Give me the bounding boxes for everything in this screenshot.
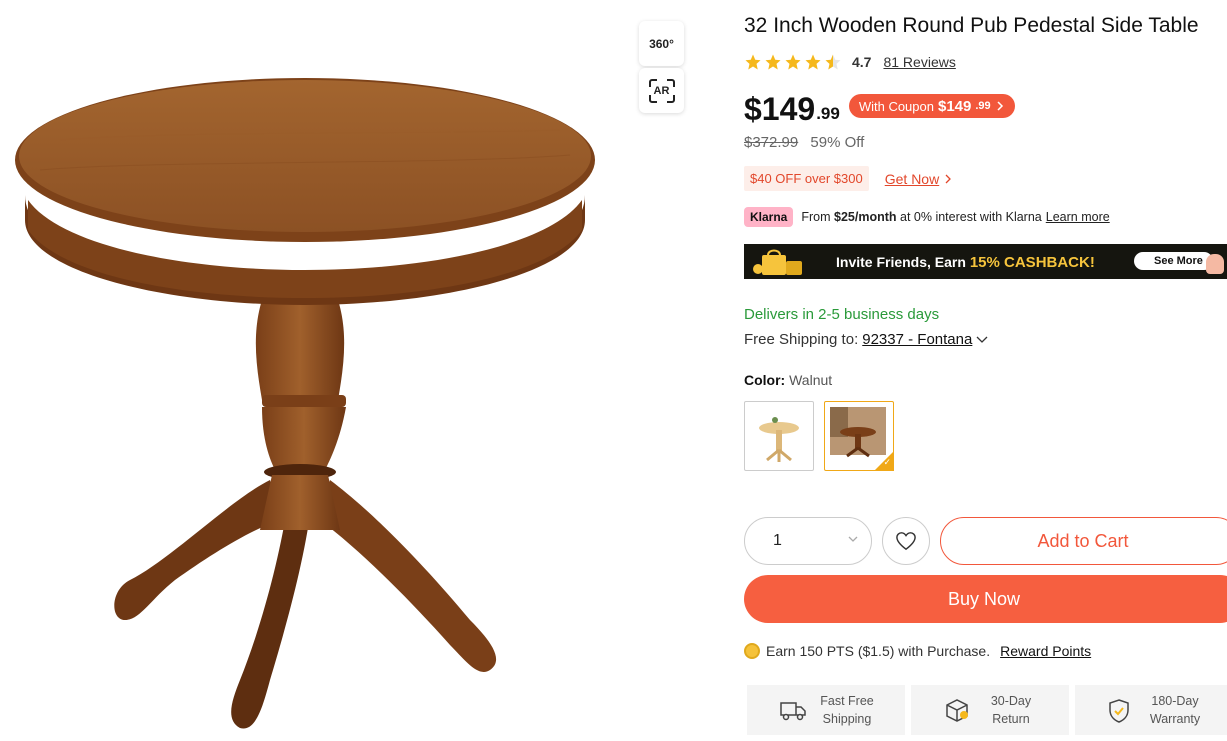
rating-row: 4.7 81 Reviews xyxy=(744,53,956,71)
klarna-prefix: From xyxy=(801,210,831,224)
add-to-cart-button[interactable]: Add to Cart xyxy=(940,517,1227,565)
feature-line2: Shipping xyxy=(822,712,872,726)
see-more-button[interactable]: See More xyxy=(1134,252,1213,270)
product-media: 360° AR xyxy=(0,0,735,741)
quantity-select[interactable]: 1 xyxy=(744,517,872,565)
banner-highlight: 15% CASHBACK! xyxy=(969,254,1095,271)
get-now-link[interactable]: Get Now xyxy=(885,171,939,187)
color-value: Walnut xyxy=(789,372,833,388)
check-icon: ✓ xyxy=(883,457,891,467)
klarna-logo: Klarna xyxy=(744,207,794,227)
star-icon xyxy=(745,54,761,70)
rating-value: 4.7 xyxy=(852,54,872,70)
star-half-icon xyxy=(825,54,841,70)
banner-text: Invite Friends, Earn 15% CASHBACK! xyxy=(836,254,1095,271)
star-icon xyxy=(785,54,801,70)
reward-points-row: Earn 150 PTS ($1.5) with Purchase. Rewar… xyxy=(744,643,1091,659)
coin-icon xyxy=(744,643,760,659)
price-dollars: $149 xyxy=(744,91,816,127)
coupon-label: With Coupon xyxy=(858,98,934,114)
ar-view-button[interactable]: AR xyxy=(639,68,684,113)
chevron-down-icon xyxy=(848,536,858,542)
view-360-button[interactable]: 360° xyxy=(639,21,684,66)
return-box-icon xyxy=(946,699,968,722)
original-price: $372.99 xyxy=(744,134,799,151)
color-label: Color: xyxy=(744,372,786,388)
ar-label: AR xyxy=(653,84,670,97)
chevron-right-icon xyxy=(945,174,952,183)
feature-label: Fast Free Shipping xyxy=(817,692,877,728)
reward-points-link[interactable]: Reward Points xyxy=(1000,643,1091,659)
heart-icon xyxy=(896,532,916,551)
feature-line1: Fast Free xyxy=(820,694,874,708)
quantity-value: 1 xyxy=(773,532,782,549)
feature-line1: 30-Day xyxy=(990,694,1032,708)
feature-line2: Return xyxy=(992,712,1030,726)
coupon-price-dollars: $149 xyxy=(937,97,972,115)
star-icon xyxy=(805,54,821,70)
color-label-row: Color: Walnut xyxy=(744,372,832,388)
klarna-amount: $25/month xyxy=(834,210,897,224)
feature-30-day-return: 30-Day Return xyxy=(911,685,1069,735)
product-title: 32 Inch Wooden Round Pub Pedestal Side T… xyxy=(744,14,1199,37)
feature-fast-free-shipping: Fast Free Shipping xyxy=(747,685,905,735)
chevron-right-icon xyxy=(997,101,1003,111)
shipping-label: Free Shipping to: xyxy=(744,331,859,348)
klarna-row: Klarna From $25/month at 0% interest wit… xyxy=(744,207,1110,227)
buy-now-button[interactable]: Buy Now xyxy=(744,575,1227,623)
delivery-estimate: Delivers in 2-5 business days xyxy=(744,306,940,323)
shipping-location-link[interactable]: 92337 - Fontana xyxy=(862,331,972,348)
pointing-hand-icon xyxy=(1206,254,1224,274)
shield-check-icon xyxy=(1109,699,1129,723)
feature-line2: Warranty xyxy=(1149,712,1201,726)
original-price-row: $372.99 59% Off xyxy=(744,134,864,151)
wishlist-button[interactable] xyxy=(882,517,930,565)
shopping-bag-icon xyxy=(753,249,802,275)
star-rating xyxy=(744,53,842,71)
klarna-suffix: at 0% interest with Klarna xyxy=(900,210,1042,224)
star-icon xyxy=(765,54,781,70)
feature-label: 180-Day Warranty xyxy=(1145,692,1205,728)
banner-text-main: Invite Friends, Earn xyxy=(836,254,966,270)
promo-row: $40 OFF over $300 Get Now xyxy=(744,166,953,191)
ar-icon: AR xyxy=(647,77,676,104)
natural-table-thumbnail xyxy=(759,417,799,462)
feature-180-day-warranty: 180-Day Warranty xyxy=(1075,685,1227,735)
shipping-row: Free Shipping to: 92337 - Fontana xyxy=(744,331,988,348)
klarna-learn-more-link[interactable]: Learn more xyxy=(1046,210,1110,224)
price-row: $149 .99 With Coupon $149.99 xyxy=(744,92,1015,126)
price-cents: .99 xyxy=(816,104,840,123)
points-text: Earn 150 PTS ($1.5) with Purchase. xyxy=(766,643,991,659)
feature-label: 30-Day Return xyxy=(981,692,1041,728)
promo-tag: $40 OFF over $300 xyxy=(744,166,869,191)
feature-line1: 180-Day xyxy=(1151,694,1199,708)
truck-icon xyxy=(780,702,806,721)
reviews-link[interactable]: 81 Reviews xyxy=(883,54,955,70)
product-image[interactable] xyxy=(0,60,620,740)
coupon-badge[interactable]: With Coupon $149.99 xyxy=(848,94,1015,118)
chevron-down-icon[interactable] xyxy=(976,335,988,345)
color-swatch-natural[interactable] xyxy=(744,401,814,471)
discount-percent: 59% Off xyxy=(810,134,865,151)
color-swatch-walnut[interactable]: ✓ xyxy=(824,401,894,471)
referral-banner[interactable]: Invite Friends, Earn 15% CASHBACK! See M… xyxy=(744,244,1227,279)
coupon-price-cents: .99 xyxy=(975,100,991,112)
view-360-label: 360° xyxy=(649,36,674,51)
